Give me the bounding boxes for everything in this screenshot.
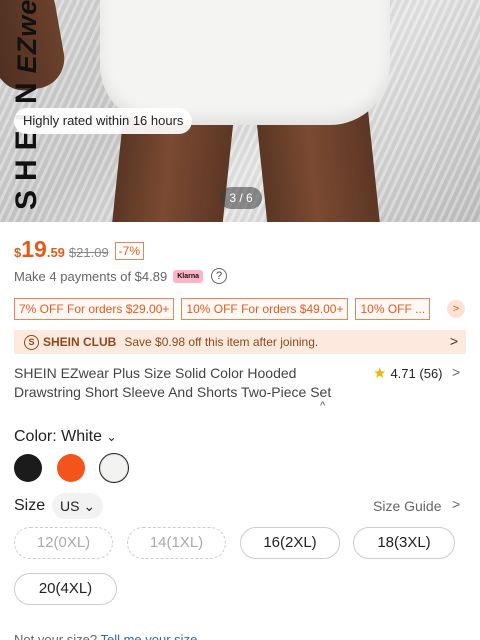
swatch-white[interactable]	[99, 453, 129, 483]
price-integer: 19	[21, 236, 47, 262]
coupon-chip[interactable]: 10% OFF ...	[355, 298, 431, 320]
klarna-logo: Klarna	[173, 269, 203, 283]
size-unit-dropdown[interactable]: US ⌄	[52, 493, 104, 519]
size-option[interactable]: 20(4XL)	[14, 573, 117, 605]
price-row: $ 19 .59 $21.09 -7%	[14, 236, 145, 263]
image-page-counter: 3 / 6	[220, 187, 262, 209]
size-hint: Not your size? Tell me your size	[14, 632, 197, 640]
color-label-text: Color: White	[14, 428, 103, 445]
shein-club-label: SHEIN CLUB	[43, 335, 117, 349]
product-shorts	[100, 0, 390, 125]
rating-chevron-icon[interactable]: >	[452, 364, 460, 380]
coupon-more-chevron-icon[interactable]: >	[447, 300, 465, 318]
discount-badge: -7%	[114, 242, 145, 260]
size-guide-chevron-icon[interactable]: >	[452, 496, 460, 512]
size-option[interactable]: 18(3XL)	[353, 527, 455, 559]
highly-rated-badge: Highly rated within 16 hours	[14, 108, 193, 134]
klarna-installments[interactable]: Make 4 payments of $4.89 Klarna ?	[14, 268, 227, 284]
rating-summary[interactable]: ★ 4.71 (56)	[373, 364, 443, 382]
klarna-text: Make 4 payments of $4.89	[14, 268, 168, 284]
product-image-carousel[interactable]: SHEINEZwear Highly rated within 16 hours…	[0, 0, 480, 222]
star-icon: ★	[373, 365, 387, 382]
color-swatches	[14, 453, 129, 483]
coupon-chip[interactable]: 7% OFF For orders $29.00+	[14, 298, 175, 320]
size-guide-link[interactable]: Size Guide	[373, 498, 441, 514]
shein-club-banner[interactable]: S SHEIN CLUB Save $0.98 off this item af…	[14, 330, 466, 354]
size-hint-text: Not your size?	[14, 632, 98, 640]
size-label: Size	[14, 497, 46, 514]
size-option[interactable]: 12(0XL)	[14, 527, 113, 559]
size-option[interactable]: 14(1XL)	[127, 527, 226, 559]
product-title: SHEIN EZwear Plus Size Solid Color Hoode…	[14, 365, 332, 400]
price-currency: $	[14, 245, 22, 260]
color-label[interactable]: Color: White ⌄	[14, 428, 117, 446]
chevron-right-icon: >	[449, 333, 458, 349]
collapse-title-icon[interactable]: ^	[320, 400, 325, 412]
brand-main: SHEIN	[10, 73, 43, 210]
swatch-black[interactable]	[14, 454, 42, 482]
rating-value: 4.71	[390, 365, 416, 381]
chevron-down-icon: ⌄	[106, 430, 117, 444]
help-icon[interactable]: ?	[211, 268, 227, 284]
coupon-chip[interactable]: 10% OFF For orders $49.00+	[181, 298, 349, 320]
shein-club-icon: S	[24, 334, 39, 350]
size-option[interactable]: 16(2XL)	[240, 527, 340, 559]
shein-club-savings: Save $0.98 off this item after joining.	[124, 335, 319, 349]
swatch-orange[interactable]	[57, 454, 85, 482]
price-decimal: .59	[46, 245, 65, 260]
coupon-list: 7% OFF For orders $29.00+ 10% OFF For or…	[14, 298, 431, 320]
tell-size-link[interactable]: Tell me your size	[100, 632, 197, 640]
brand-sub: EZwear	[12, 0, 42, 74]
original-price: $21.09	[68, 245, 109, 260]
review-count: (56)	[419, 365, 443, 381]
brand-watermark: SHEINEZwear	[10, 0, 44, 210]
